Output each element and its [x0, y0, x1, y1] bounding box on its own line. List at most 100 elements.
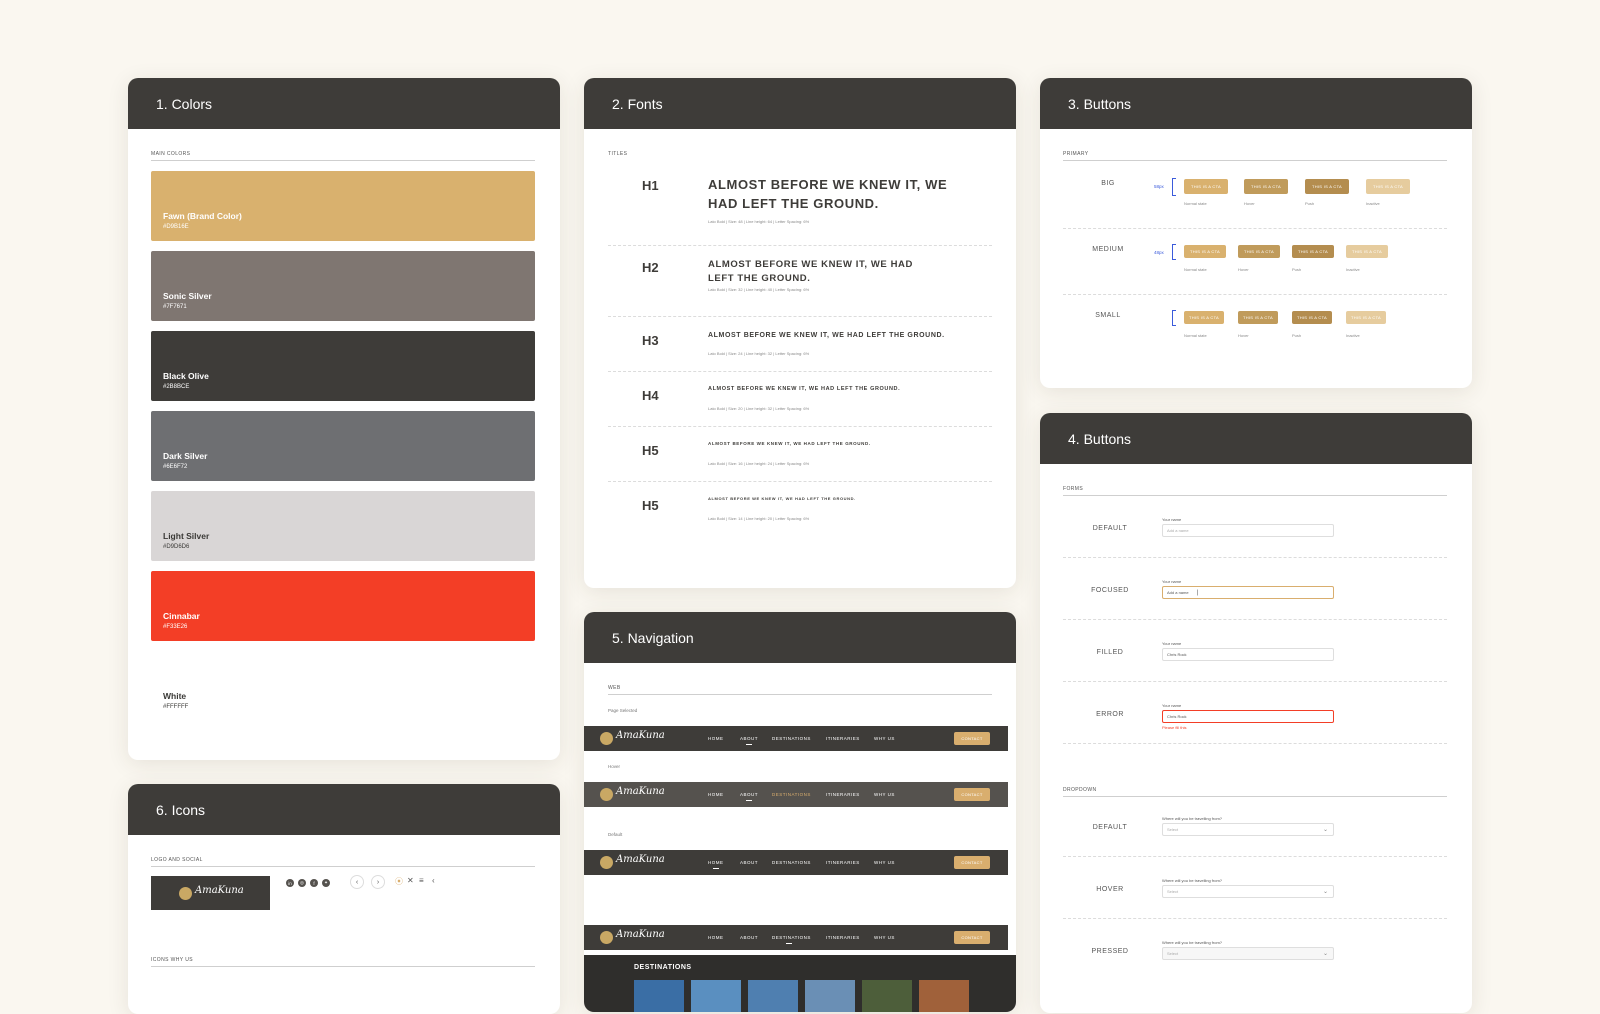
back-arrow-icon[interactable]: ‹: [432, 876, 435, 885]
swatch-name: Cinnabar: [163, 611, 200, 621]
button-size-label: MEDIUM: [1092, 246, 1124, 253]
linkedin-icon[interactable]: in: [286, 879, 294, 887]
logo-block: AmaKuna: [151, 876, 270, 910]
nav-item[interactable]: HOME: [708, 860, 724, 865]
nav-item[interactable]: DESTINATIONS: [772, 935, 811, 940]
nav-item[interactable]: DESTINATIONS: [772, 792, 811, 797]
dropdown-state-label: PRESSED: [1091, 948, 1129, 955]
destination-thumbnail[interactable]: [919, 980, 969, 1012]
nav-item[interactable]: ABOUT: [740, 792, 758, 797]
input-value: Chris Rock: [1167, 652, 1187, 657]
destination-thumbnail[interactable]: [634, 980, 684, 1012]
nav-item[interactable]: WHY US: [874, 860, 895, 865]
nav-item[interactable]: WHY US: [874, 736, 895, 741]
cta-button[interactable]: THIS IS A CTA: [1366, 179, 1410, 194]
facebook-icon[interactable]: f: [310, 879, 318, 887]
row-divider: [1063, 294, 1447, 295]
dropdown-rule: [1063, 796, 1447, 797]
logo-social-rule: [151, 866, 535, 867]
input-value: Chris Rock: [1167, 714, 1187, 719]
close-icon[interactable]: ✕: [407, 876, 414, 885]
swatch-name: Dark Silver: [163, 451, 208, 461]
name-input[interactable]: Chris Rock: [1162, 648, 1334, 661]
cta-button[interactable]: THIS IS A CTA: [1244, 179, 1288, 194]
heading-spec: Lato Bold | Size: 24 | Line height: 32 |…: [708, 351, 810, 356]
travel-origin-select[interactable]: Select ⌄: [1162, 823, 1334, 836]
destination-thumbnail[interactable]: [805, 980, 855, 1012]
name-input[interactable]: Add a name: [1162, 524, 1334, 537]
field-label: Your name: [1162, 703, 1182, 708]
menu-icon[interactable]: ≡: [419, 876, 424, 885]
contact-button[interactable]: CONTACT: [954, 856, 990, 869]
button-height-tag: 48px: [1154, 250, 1164, 255]
nav-item[interactable]: ITINERARIES: [826, 792, 860, 797]
cta-button[interactable]: THIS IS A CTA: [1305, 179, 1349, 194]
nav-item[interactable]: HOME: [708, 935, 724, 940]
destination-thumbnail[interactable]: [748, 980, 798, 1012]
nav-item[interactable]: ITINERARIES: [826, 860, 860, 865]
button-state-caption: Push: [1292, 267, 1302, 272]
button-size-label: BIG: [1101, 180, 1115, 187]
destination-thumbnail[interactable]: [862, 980, 912, 1012]
nav-item[interactable]: ABOUT: [740, 736, 758, 741]
twitter-icon[interactable]: ✦: [322, 879, 330, 887]
cta-button[interactable]: THIS IS A CTA: [1238, 245, 1280, 258]
contact-button[interactable]: CONTACT: [954, 732, 990, 745]
logo-mark: [600, 732, 613, 745]
forms-rule: [1063, 495, 1447, 496]
nav-state-label: Page Selected: [608, 708, 638, 713]
active-indicator: [713, 868, 719, 869]
heading-sample: ALMOST BEFORE WE KNEW IT, WE HAD LEFT TH…: [708, 177, 948, 211]
swatch-hex: #D9D6D6: [163, 544, 190, 550]
logo-mark: [179, 887, 192, 900]
instagram-icon[interactable]: ◎: [298, 879, 306, 887]
nav-item[interactable]: WHY US: [874, 935, 895, 940]
cta-button[interactable]: THIS IS A CTA: [1346, 245, 1388, 258]
cta-button[interactable]: THIS IS A CTA: [1184, 245, 1226, 258]
contact-button[interactable]: CONTACT: [954, 931, 990, 944]
chevron-left-icon[interactable]: ‹: [350, 875, 364, 889]
cta-button[interactable]: THIS IS A CTA: [1292, 311, 1332, 324]
chevron-right-icon[interactable]: ›: [371, 875, 385, 889]
web-rule: [608, 694, 992, 695]
nav-item[interactable]: WHY US: [874, 792, 895, 797]
cta-button[interactable]: THIS IS A CTA: [1238, 311, 1278, 324]
heading-tag: H1: [642, 178, 659, 193]
nav-item[interactable]: ABOUT: [740, 935, 758, 940]
row-divider: [1063, 918, 1447, 919]
nav-item[interactable]: DESTINATIONS: [772, 860, 811, 865]
travel-origin-select[interactable]: Select ⌄: [1162, 947, 1334, 960]
nav-item[interactable]: HOME: [708, 736, 724, 741]
heading-sample: ALMOST BEFORE WE KNEW IT, WE HAD LEFT TH…: [708, 332, 945, 339]
color-swatch: Cinnabar #F33E26: [151, 571, 535, 641]
logo-wordmark: AmaKuna: [195, 885, 244, 896]
dropdown-question: Where will you be travelling from?: [1162, 816, 1223, 821]
nav-item[interactable]: ABOUT: [740, 860, 758, 865]
cta-button[interactable]: THIS IS A CTA: [1184, 179, 1228, 194]
destination-thumbnail[interactable]: [691, 980, 741, 1012]
colors-card: 1. Colors MAIN COLORS Fawn (Brand Color)…: [128, 78, 560, 760]
heading-tag: H5: [642, 443, 659, 458]
name-input[interactable]: Chris Rock: [1162, 710, 1334, 723]
dropdown-state-label: DEFAULT: [1092, 824, 1128, 831]
swatch-name: White: [163, 691, 187, 701]
input-value: Add a name: [1167, 590, 1189, 595]
swatch-hex: #F33E26: [163, 624, 188, 630]
name-input[interactable]: Add a name |: [1162, 586, 1334, 599]
travel-origin-select[interactable]: Select ⌄: [1162, 885, 1334, 898]
form-state-label: DEFAULT: [1092, 525, 1128, 532]
nav-item[interactable]: HOME: [708, 792, 724, 797]
nav-item[interactable]: ITINERARIES: [826, 736, 860, 741]
color-swatch: White #FFFFFF: [151, 651, 535, 721]
heading-tag: H2: [642, 260, 659, 275]
color-swatch: Black Olive #2B8BCE: [151, 331, 535, 401]
cta-button[interactable]: THIS IS A CTA: [1292, 245, 1334, 258]
row-divider: [1063, 619, 1447, 620]
cta-button[interactable]: THIS IS A CTA: [1184, 311, 1224, 324]
input-value: Add a name: [1167, 528, 1189, 533]
heading-tag: H4: [642, 388, 659, 403]
cta-button[interactable]: THIS IS A CTA: [1346, 311, 1386, 324]
nav-item[interactable]: ITINERARIES: [826, 935, 860, 940]
contact-button[interactable]: CONTACT: [954, 788, 990, 801]
nav-item[interactable]: DESTINATIONS: [772, 736, 811, 741]
